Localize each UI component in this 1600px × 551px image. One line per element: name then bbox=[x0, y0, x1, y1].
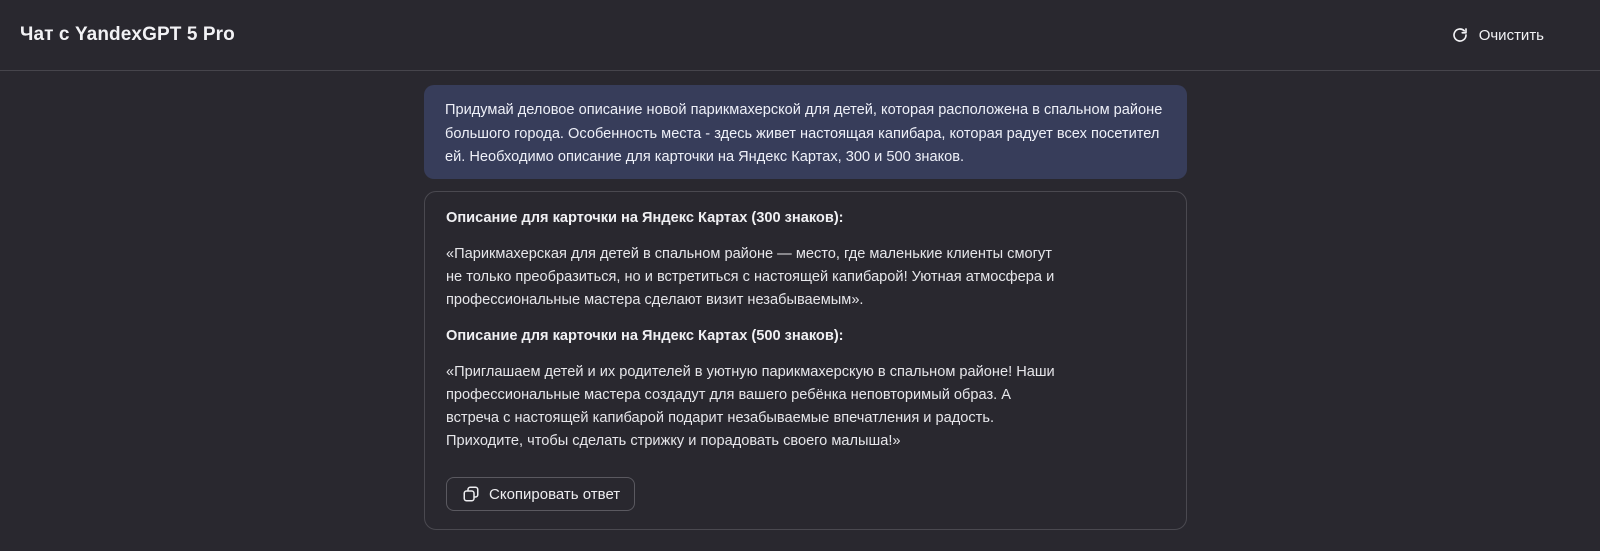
clear-button[interactable]: Очистить bbox=[1445, 19, 1550, 51]
copy-icon bbox=[462, 485, 480, 503]
answer-heading-500: Описание для карточки на Яндекс Картах (… bbox=[446, 328, 844, 344]
answer-text-300: «Парикмахерская для детей в спальном рай… bbox=[446, 246, 1055, 308]
clear-button-label: Очистить bbox=[1478, 26, 1544, 44]
answer-heading-300: Описание для карточки на Яндекс Картах (… bbox=[446, 210, 844, 226]
page-title: Чат с YandexGPT 5 Pro bbox=[20, 24, 235, 45]
header: Чат с YandexGPT 5 Pro Очистить bbox=[0, 0, 1600, 71]
chat-thread: Придумай деловое описание новой парикмах… bbox=[424, 85, 1187, 530]
chat-app: Чат с YandexGPT 5 Pro Очистить Придумай … bbox=[0, 0, 1600, 551]
assistant-answer: Описание для карточки на Яндекс Картах (… bbox=[424, 191, 1187, 530]
user-message: Придумай деловое описание новой парикмах… bbox=[424, 85, 1187, 179]
refresh-icon bbox=[1451, 26, 1469, 44]
answer-text-500: «Приглашаем детей и их родителей в уютну… bbox=[446, 364, 1055, 449]
copy-answer-label: Скопировать ответ bbox=[489, 485, 621, 503]
copy-answer-button[interactable]: Скопировать ответ bbox=[446, 477, 636, 511]
